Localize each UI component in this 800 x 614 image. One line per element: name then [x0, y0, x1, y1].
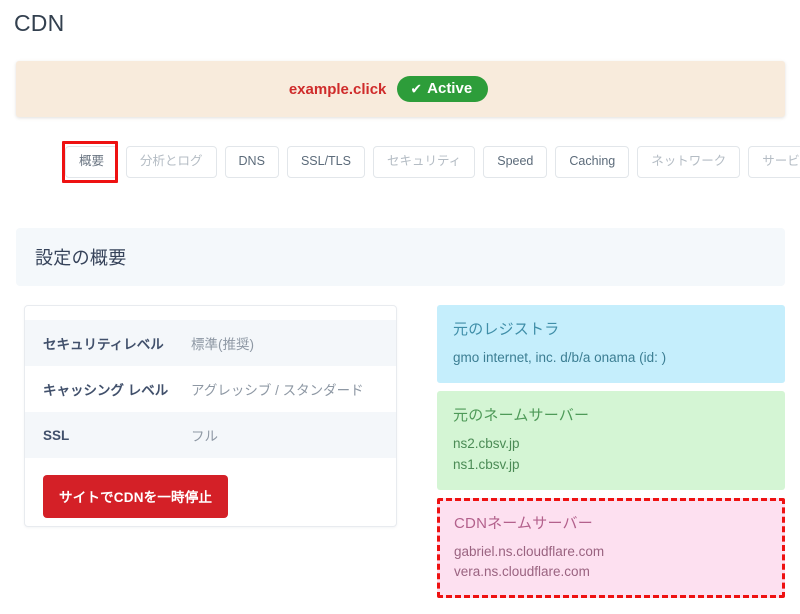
setting-label-ssl: SSL	[43, 427, 70, 443]
status-badge-label: Active	[427, 80, 473, 97]
tab-overview-label: 概要	[79, 153, 105, 168]
original-registrar-card: 元のレジストラ gmo internet, inc. d/b/a onama (…	[437, 305, 785, 384]
setting-value-caching-level: アグレッシブ / スタンダード	[191, 383, 364, 398]
section-heading: 設定の概要	[35, 248, 127, 268]
original-nameserver-2: ns1.cbsv.jp	[453, 456, 520, 472]
tab-caching[interactable]: Caching	[555, 146, 630, 178]
tab-network[interactable]: ネットワーク	[637, 146, 741, 178]
pause-cdn-button[interactable]: サイトでCDNを一時停止	[43, 475, 229, 518]
cdn-nameserver-2: vera.ns.cloudflare.com	[454, 564, 590, 579]
domain-status-banner: example.click ✔ Active	[16, 61, 785, 117]
table-row: セキュリティレベル 標準(推奨)	[25, 320, 396, 366]
setting-label-security-level: セキュリティレベル	[43, 337, 164, 352]
setting-value-security-level: 標準(推奨)	[191, 337, 254, 352]
section-header: 設定の概要	[16, 228, 785, 286]
tab-caching-label: Caching	[569, 153, 616, 168]
tab-security-label: セキュリティ	[386, 153, 462, 168]
tab-back-to-services[interactable]: サービスに戻る	[748, 146, 800, 178]
original-nameservers-heading: 元のネームサーバー	[453, 407, 590, 425]
tab-overview[interactable]: 概要	[65, 146, 119, 178]
cdn-nameservers-card: CDNネームサーバー gabriel.ns.cloudflare.com ver…	[437, 497, 785, 599]
tab-ssl-tls[interactable]: SSL/TLS	[286, 146, 365, 178]
cdn-nameservers-heading: CDNネームサーバー	[454, 514, 593, 532]
banner-content: example.click ✔ Active	[288, 76, 489, 102]
domain-name: example.click	[288, 80, 387, 98]
table-row: SSL フル	[25, 412, 396, 458]
tab-speed[interactable]: Speed	[483, 146, 548, 178]
tab-analytics-logs-label: 分析とログ	[140, 153, 203, 168]
check-icon: ✔	[410, 80, 423, 96]
tab-back-to-services-label: サービスに戻る	[762, 153, 800, 168]
tab-security[interactable]: セキュリティ	[372, 146, 476, 178]
tab-dns-label: DNS	[238, 153, 265, 168]
settings-summary-card: セキュリティレベル 標準(推奨) キャッシング レベル アグレッシブ / スタン…	[24, 305, 397, 527]
status-badge: ✔ Active	[397, 76, 489, 102]
tab-ssl-tls-label: SSL/TLS	[300, 153, 351, 168]
table-row: キャッシング レベル アグレッシブ / スタンダード	[25, 366, 396, 412]
tab-bar: 概要 分析とログ DNS SSL/TLS セキュリティ Speed Cachin…	[65, 146, 800, 178]
page-title: CDN	[14, 10, 65, 36]
original-registrar-value: gmo internet, inc. d/b/a onama (id: )	[453, 350, 667, 365]
tab-network-label: ネットワーク	[651, 153, 727, 168]
info-card-column: 元のレジストラ gmo internet, inc. d/b/a onama (…	[437, 305, 785, 599]
settings-table: セキュリティレベル 標準(推奨) キャッシング レベル アグレッシブ / スタン…	[25, 320, 396, 458]
original-registrar-heading: 元のレジストラ	[453, 321, 560, 338]
tab-speed-label: Speed	[497, 153, 534, 168]
original-nameserver-1: ns2.cbsv.jp	[453, 436, 520, 452]
setting-label-caching-level: キャッシング レベル	[43, 383, 169, 398]
original-nameservers-card: 元のネームサーバー ns2.cbsv.jp ns1.cbsv.jp	[437, 391, 785, 490]
tab-analytics-logs[interactable]: 分析とログ	[126, 146, 217, 178]
tab-dns[interactable]: DNS	[224, 146, 279, 178]
cdn-nameserver-1: gabriel.ns.cloudflare.com	[454, 543, 605, 559]
setting-value-ssl: フル	[191, 429, 218, 444]
